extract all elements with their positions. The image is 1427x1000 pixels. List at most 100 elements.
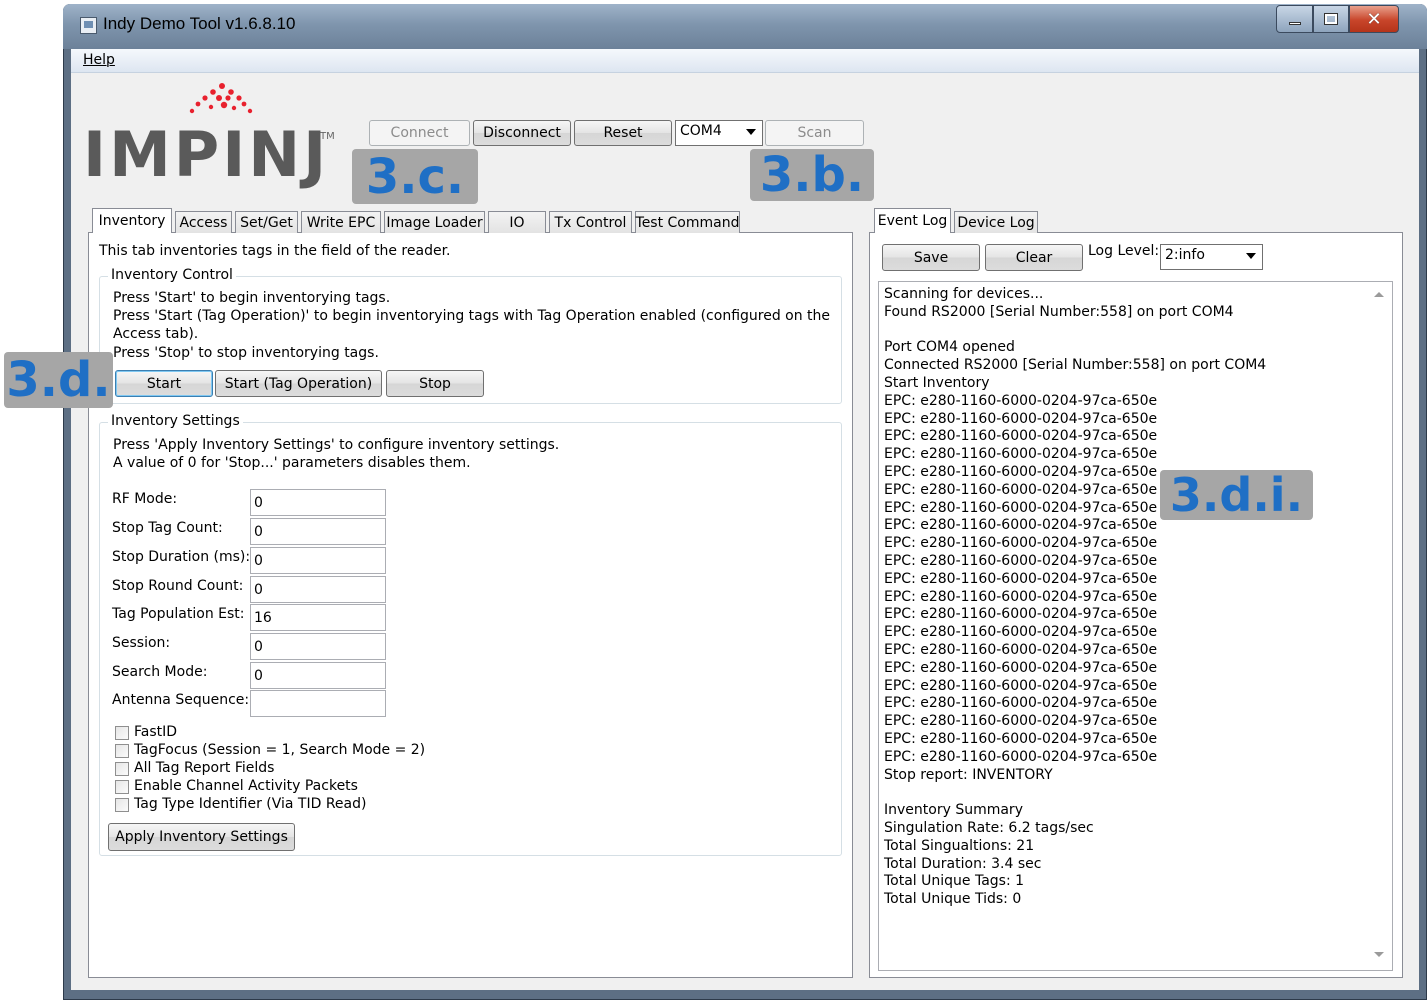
stop-tag-count-field[interactable]: 0 <box>250 518 386 545</box>
log-level-label: Log Level: <box>1088 243 1160 259</box>
logo-wordmark: IMPINJ <box>83 118 330 191</box>
inventory-settings-title: Inventory Settings <box>108 413 243 429</box>
enable-channel-activity-packets-label: Enable Channel Activity Packets <box>134 778 358 794</box>
stop-round-count-label: Stop Round Count: <box>112 578 244 594</box>
tab-test-command[interactable]: Test Command <box>635 211 740 233</box>
stop-round-count-field[interactable]: 0 <box>250 576 386 603</box>
start-button[interactable]: Start <box>115 370 213 397</box>
log-line: Port COM4 opened <box>884 339 1015 356</box>
overlay-label-3d: 3.d. <box>4 352 113 408</box>
window-title: Indy Demo Tool v1.6.8.10 <box>103 14 296 33</box>
reset-button[interactable]: Reset <box>574 120 672 146</box>
stop-duration-ms-label: Stop Duration (ms): <box>112 549 251 565</box>
tagfocus-label: TagFocus (Session = 1, Search Mode = 2) <box>134 742 426 758</box>
search-mode-field[interactable]: 0 <box>250 662 386 689</box>
search-mode-label: Search Mode: <box>112 664 208 680</box>
log-line: Singulation Rate: 6.2 tags/sec <box>884 819 1094 836</box>
log-line: Total Duration: 3.4 sec <box>884 855 1042 872</box>
maximize-button[interactable] <box>1313 5 1349 33</box>
all-tag-report-fields-checkbox[interactable] <box>115 762 129 776</box>
log-line: Connected RS2000 [Serial Number:558] on … <box>884 357 1267 374</box>
tab-io[interactable]: IO <box>488 211 546 233</box>
tab-event-log[interactable]: Event Log <box>874 208 951 233</box>
control-help-line2: Press 'Start (Tag Operation)' to begin i… <box>113 308 831 324</box>
maximize-icon <box>1324 13 1338 25</box>
log-scrollbar[interactable] <box>1367 282 1392 970</box>
all-tag-report-fields-label: All Tag Report Fields <box>134 760 275 776</box>
overlay-label-3c: 3.c. <box>352 149 478 204</box>
port-select[interactable]: COM4 <box>675 120 763 146</box>
log-line: EPC: e280-1160-6000-0204-97ca-650e <box>884 677 1158 694</box>
clear-log-button[interactable]: Clear <box>985 244 1083 271</box>
log-level-value: 2:info <box>1165 247 1205 263</box>
scroll-up-icon[interactable] <box>1374 292 1384 297</box>
minimize-button[interactable] <box>1276 5 1313 33</box>
close-icon: ✕ <box>1366 8 1382 30</box>
log-level-select[interactable]: 2:info <box>1160 244 1263 270</box>
logo-trademark: TM <box>320 131 335 142</box>
log-line: EPC: e280-1160-6000-0204-97ca-650e <box>884 410 1158 427</box>
log-line: EPC: e280-1160-6000-0204-97ca-650e <box>884 570 1158 587</box>
log-line: EPC: e280-1160-6000-0204-97ca-650e <box>884 392 1158 409</box>
tag-type-identifier-checkbox[interactable] <box>115 798 129 812</box>
close-button[interactable]: ✕ <box>1349 5 1399 33</box>
log-line: EPC: e280-1160-6000-0204-97ca-650e <box>884 695 1158 712</box>
control-help-line1: Press 'Start' to begin inventorying tags… <box>113 290 391 306</box>
scan-button[interactable]: Scan <box>765 120 864 146</box>
app-icon[interactable] <box>80 17 97 34</box>
log-line: EPC: e280-1160-6000-0204-97ca-650e <box>884 659 1158 676</box>
tab-inventory[interactable]: Inventory <box>92 208 172 233</box>
tag-population-est-field[interactable]: 16 <box>250 604 386 631</box>
event-log-text: Scanning for devices... Found RS2000 [Ser… <box>884 286 1266 909</box>
log-line: Total Unique Tags: 1 <box>884 873 1025 890</box>
tab-device-log[interactable]: Device Log <box>954 211 1038 233</box>
tab-write-epc[interactable]: Write EPC <box>301 211 381 233</box>
settings-help-line2: A value of 0 for 'Stop...' parameters di… <box>113 455 471 471</box>
log-line: EPC: e280-1160-6000-0204-97ca-650e <box>884 641 1158 658</box>
connect-button[interactable]: Connect <box>369 120 470 146</box>
log-line: Stop report: INVENTORY <box>884 766 1053 783</box>
tab-tx-control[interactable]: Tx Control <box>549 211 632 233</box>
control-help-line4: Press 'Stop' to stop inventorying tags. <box>113 345 379 361</box>
tab-access[interactable]: Access <box>175 211 232 233</box>
start-tag-operation-button[interactable]: Start (Tag Operation) <box>215 370 382 397</box>
apply-inventory-settings-button[interactable]: Apply Inventory Settings <box>108 823 295 851</box>
scroll-down-icon[interactable] <box>1374 952 1384 957</box>
minimize-icon <box>1288 21 1301 25</box>
log-line: EPC: e280-1160-6000-0204-97ca-650e <box>884 748 1158 765</box>
session-label: Session: <box>112 635 171 651</box>
antenna-sequence-label: Antenna Sequence: <box>112 692 250 708</box>
log-line: EPC: e280-1160-6000-0204-97ca-650e <box>884 713 1158 730</box>
log-line: Inventory Summary <box>884 802 1023 819</box>
log-line: Start Inventory <box>884 374 990 391</box>
tag-type-identifier-label: Tag Type Identifier (Via TID Read) <box>134 796 367 812</box>
antenna-sequence-field[interactable] <box>250 690 386 717</box>
tab-set-get[interactable]: Set/Get <box>235 211 298 233</box>
inventory-description: This tab inventories tags in the field o… <box>99 243 451 259</box>
stop-duration-ms-field[interactable]: 0 <box>250 547 386 574</box>
disconnect-button[interactable]: Disconnect <box>473 120 571 146</box>
overlay-label-3b: 3.b. <box>750 149 874 201</box>
logo-dots <box>189 83 253 114</box>
session-field[interactable]: 0 <box>250 633 386 660</box>
fastid-checkbox[interactable] <box>115 726 129 740</box>
tab-image-loader[interactable]: Image Loader <box>384 211 485 233</box>
inventory-control-title: Inventory Control <box>108 267 236 283</box>
control-help-line3: Access tab). <box>113 326 199 342</box>
rf-mode-field[interactable]: 0 <box>250 489 386 516</box>
stop-button[interactable]: Stop <box>386 370 484 397</box>
menu-help[interactable]: Help <box>83 52 115 68</box>
log-line: EPC: e280-1160-6000-0204-97ca-650e <box>884 588 1158 605</box>
log-line: EPC: e280-1160-6000-0204-97ca-650e <box>884 535 1158 552</box>
rf-mode-label: RF Mode: <box>112 491 178 507</box>
enable-channel-activity-packets-checkbox[interactable] <box>115 780 129 794</box>
stop-tag-count-label: Stop Tag Count: <box>112 520 223 536</box>
log-line: EPC: e280-1160-6000-0204-97ca-650e <box>884 446 1158 463</box>
log-line: EPC: e280-1160-6000-0204-97ca-650e <box>884 552 1158 569</box>
tagfocus-checkbox[interactable] <box>115 744 129 758</box>
chevron-down-icon <box>746 129 756 135</box>
save-log-button[interactable]: Save <box>882 244 980 271</box>
log-line: EPC: e280-1160-6000-0204-97ca-650e <box>884 428 1158 445</box>
